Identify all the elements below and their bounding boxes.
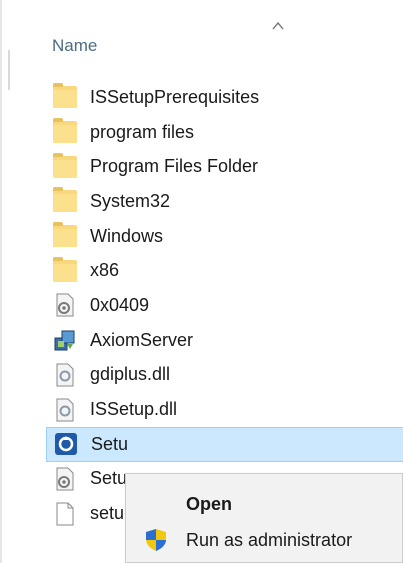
file-row-program-files[interactable]: program files [46,115,403,150]
file-row-program-files-folder[interactable]: Program Files Folder [46,149,403,184]
file-row-issetup-dll[interactable]: ISSetup.dll [46,392,403,427]
folder-icon [52,83,78,110]
uac-shield-icon [146,529,166,551]
menu-item-run-as-administrator[interactable]: Run as administrator [126,522,402,558]
file-name: AxiomServer [90,329,194,350]
menu-item-open[interactable]: Open [126,486,402,522]
file-name: Windows [90,225,164,246]
file-name: Program Files Folder [90,156,259,177]
file-name: setu [90,503,125,524]
file-name: x86 [90,260,120,281]
file-name: Setu [91,433,129,454]
file-name: Setu [90,468,128,489]
window-left-border [0,0,2,563]
settings-file-icon [52,292,78,318]
folder-icon [52,152,78,180]
sort-ascending-icon[interactable] [270,18,286,34]
file-row-axiomserver[interactable]: AxiomServer [46,323,403,358]
file-name: System32 [90,190,171,211]
folder-icon [52,256,78,284]
blank-file-icon [52,501,78,527]
file-row-issetupprerequisites[interactable]: ISSetupPrerequisites [46,80,403,115]
folder-icon [52,118,78,145]
setup-exe-icon [53,431,79,457]
file-row-gdiplus-dll[interactable]: gdiplus.dll [46,358,403,393]
settings-file-icon [52,466,78,492]
folder-icon [52,187,78,214]
file-name: ISSetup.dll [90,399,178,420]
folder-icon [52,222,78,249]
dll-file-icon [52,362,78,388]
dll-file-icon [52,397,78,423]
file-row-x86[interactable]: x86 [46,253,403,288]
file-name: gdiplus.dll [90,364,171,385]
context-menu: Open Run as administrator [125,473,403,563]
installer-icon [52,327,78,353]
file-name: program files [90,121,195,142]
menu-item-label: Run as administrator [186,529,353,550]
file-name: ISSetupPrerequisites [90,86,260,107]
file-name: 0x0409 [90,294,150,315]
file-list: ISSetupPrerequisites program files Progr… [46,80,403,531]
menu-item-label: Open [186,493,233,514]
name-column-header[interactable]: Name [52,36,97,56]
file-row-0x0409[interactable]: 0x0409 [46,288,403,323]
file-row-windows[interactable]: Windows [46,219,403,254]
navigation-pane-splitter[interactable] [8,50,10,90]
file-row-setup-exe[interactable]: Setu [46,426,403,462]
file-row-system32[interactable]: System32 [46,184,403,219]
